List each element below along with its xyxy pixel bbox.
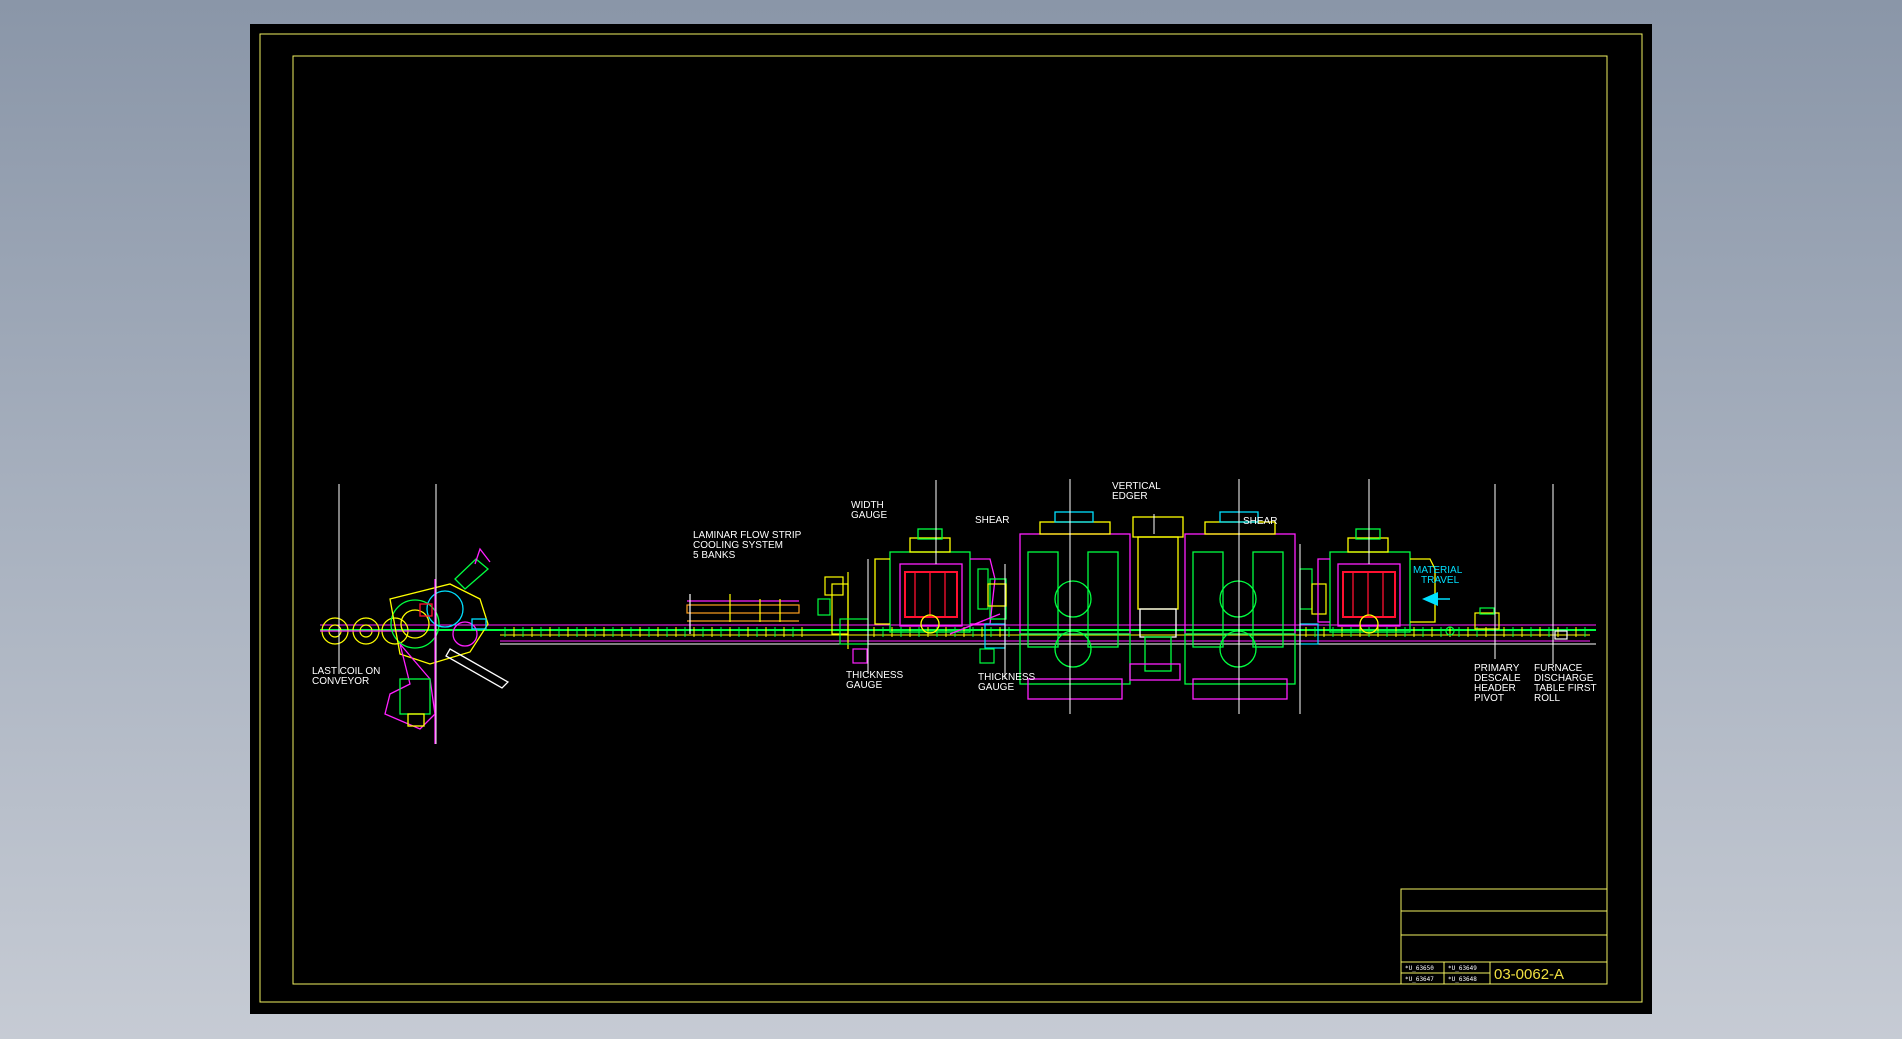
mill-layout-drawing: *U_63650 *U_63649 *U_63647 *U_63648 03-0… bbox=[259, 33, 1643, 1003]
laminar-cooling bbox=[686, 594, 800, 634]
label-vertical-edger: VERTICAL EDGER bbox=[1112, 481, 1163, 502]
label-primary-descale: PRIMARY DESCALE HEADER PIVOT bbox=[1474, 663, 1523, 704]
mill-stand-pair bbox=[1019, 511, 1296, 700]
drawing-sheet: *U_63650 *U_63649 *U_63647 *U_63648 03-0… bbox=[250, 24, 1652, 1014]
label-last-coil: LAST COIL ON CONVEYOR bbox=[312, 666, 383, 687]
label-shear-1: SHEAR bbox=[975, 515, 1009, 526]
roughing-stand-right bbox=[1317, 528, 1436, 634]
label-width-gauge: WIDTH GAUGE bbox=[851, 500, 887, 521]
finishing-stand-left bbox=[874, 528, 1007, 635]
cad-viewport[interactable]: *U_63650 *U_63649 *U_63647 *U_63648 03-0… bbox=[0, 0, 1902, 1039]
ref-1: *U_63650 bbox=[1405, 965, 1434, 972]
roller-table bbox=[320, 624, 1596, 645]
ref-3: *U_63647 bbox=[1405, 976, 1434, 983]
shear-1 bbox=[977, 568, 1007, 664]
outer-border bbox=[259, 33, 1643, 1003]
coil-conveyor bbox=[320, 617, 425, 645]
label-laminar-cooling: LAMINAR FLOW STRIP COOLING SYSTEM 5 BANK… bbox=[693, 530, 804, 561]
label-thickness-gauge-1: THICKNESS GAUGE bbox=[846, 670, 906, 691]
inner-border bbox=[292, 55, 1608, 985]
label-material-travel: MATERIAL TRAVEL bbox=[1413, 565, 1465, 586]
width-gauge bbox=[817, 572, 869, 664]
leader-lines bbox=[338, 479, 1554, 744]
ref-2: *U_63649 bbox=[1448, 965, 1477, 972]
label-furnace-discharge: FURNACE DISCHARGE TABLE FIRST ROLL bbox=[1534, 663, 1599, 704]
label-thickness-gauge-2: THICKNESS GAUGE bbox=[978, 672, 1038, 693]
shear-2 bbox=[1299, 568, 1327, 645]
material-travel-arrow bbox=[1422, 592, 1450, 606]
downcoiler bbox=[384, 547, 510, 744]
drawing-number: 03-0062-A bbox=[1494, 966, 1564, 983]
label-shear-2: SHEAR bbox=[1243, 516, 1277, 527]
ref-4: *U_63648 bbox=[1448, 976, 1477, 983]
